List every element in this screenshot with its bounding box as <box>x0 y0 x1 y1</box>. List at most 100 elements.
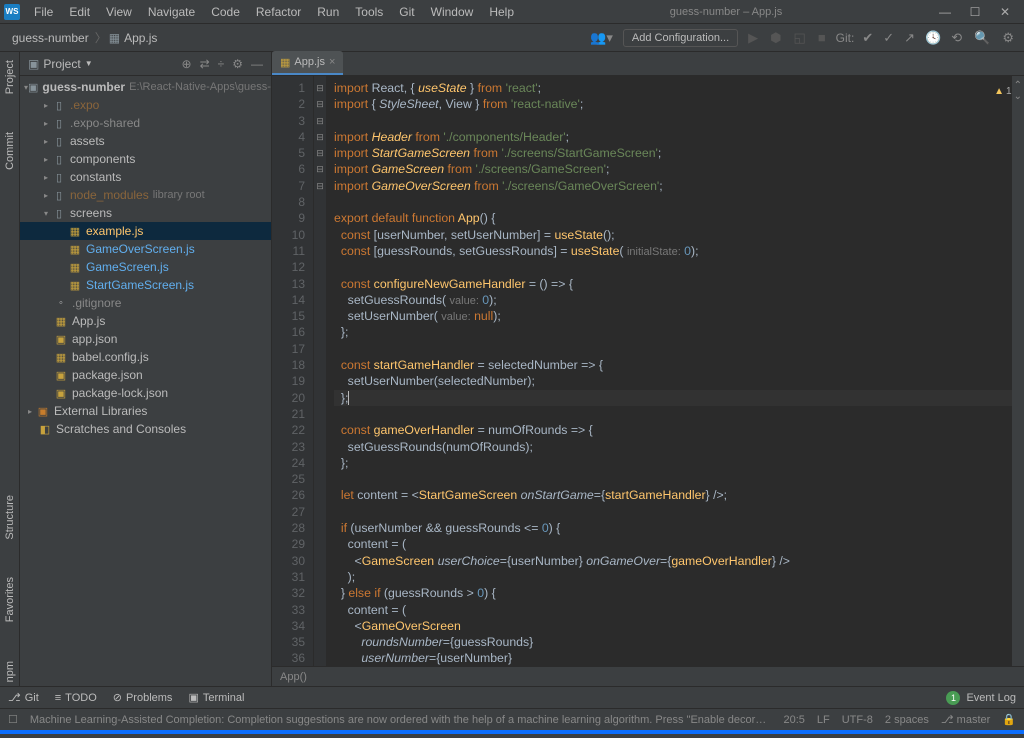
tree-folder[interactable]: ▸▯assets <box>20 132 271 150</box>
menu-view[interactable]: View <box>98 5 140 19</box>
tree-file[interactable]: ▦babel.config.js <box>20 348 271 366</box>
inspection-warning[interactable]: ▲1⌃ ⌄ <box>994 80 1022 102</box>
menu-tools[interactable]: Tools <box>347 5 391 19</box>
run-icon[interactable]: ▶ <box>746 30 760 46</box>
rail-commit[interactable]: Commit <box>4 128 16 174</box>
fold-column[interactable]: ⊟ ⊟ ⊟ ⊟ ⊟ ⊟ ⊟ <box>314 76 326 666</box>
select-opened-icon[interactable]: ⊕ <box>182 57 192 71</box>
menu-file[interactable]: File <box>26 5 61 19</box>
menu-help[interactable]: Help <box>481 5 522 19</box>
hide-icon[interactable]: — <box>251 57 263 71</box>
tree-file[interactable]: ◦.gitignore <box>20 294 271 312</box>
menu-navigate[interactable]: Navigate <box>140 5 203 19</box>
tree-external[interactable]: ▸▣External Libraries <box>20 402 271 420</box>
todo-icon: ≡ <box>55 692 61 704</box>
rail-npm[interactable]: npm <box>4 657 16 686</box>
tree-file[interactable]: ▦GameOverScreen.js <box>20 240 271 258</box>
menu-refactor[interactable]: Refactor <box>248 5 309 19</box>
tab-todo[interactable]: ≡TODO <box>55 692 97 704</box>
update-icon[interactable]: ✔ <box>860 30 875 46</box>
menu-code[interactable]: Code <box>203 5 248 19</box>
code-editor[interactable]: import React, { useState } from 'react';… <box>326 76 1012 666</box>
add-configuration-button[interactable]: Add Configuration... <box>623 29 738 47</box>
coverage-icon[interactable]: ◱ <box>792 30 808 46</box>
problems-icon: ⊘ <box>113 691 122 704</box>
line-separator[interactable]: LF <box>817 714 830 726</box>
rail-favorites[interactable]: Favorites <box>4 573 16 626</box>
event-log[interactable]: Event Log <box>966 692 1016 704</box>
maximize-icon[interactable]: ☐ <box>960 1 990 23</box>
editor-area: ▦ App.js × 12345678910111213141516171819… <box>272 52 1024 686</box>
tree-file[interactable]: ▣app.json <box>20 330 271 348</box>
menu-run[interactable]: Run <box>309 5 347 19</box>
tree-file[interactable]: ▦example.js <box>20 222 271 240</box>
tree-file[interactable]: ▦StartGameScreen.js <box>20 276 271 294</box>
tree-file[interactable]: ▦GameScreen.js <box>20 258 271 276</box>
minimize-icon[interactable]: — <box>930 1 960 23</box>
cursor-position[interactable]: 20:5 <box>783 714 804 726</box>
project-label[interactable]: Project <box>43 57 80 71</box>
rail-structure[interactable]: Structure <box>4 491 16 544</box>
tab-terminal[interactable]: ▣Terminal <box>188 691 244 704</box>
status-message[interactable]: Machine Learning-Assisted Completion: Co… <box>30 714 772 726</box>
editor-tab[interactable]: ▦ App.js × <box>272 51 343 75</box>
rollback-icon[interactable]: ⟲ <box>949 30 964 46</box>
tree-file[interactable]: ▣package.json <box>20 366 271 384</box>
tab-close-icon[interactable]: × <box>329 56 335 68</box>
tree-file[interactable]: ▣package-lock.json <box>20 384 271 402</box>
stop-icon[interactable]: ■ <box>816 30 828 45</box>
tree-file[interactable]: ▦App.js <box>20 312 271 330</box>
editor-breadcrumb[interactable]: App() <box>272 666 1024 686</box>
status-icon[interactable]: ☐ <box>8 713 18 726</box>
branch-icon: ⎇ <box>8 691 21 704</box>
line-gutter[interactable]: 1234567891011121314151617181920212223242… <box>272 76 314 666</box>
event-badge[interactable]: 1 <box>946 691 960 705</box>
tree-folder[interactable]: ▸▯.expo-shared <box>20 114 271 132</box>
tab-git[interactable]: ⎇Git <box>8 691 39 704</box>
titlebar: WS File Edit View Navigate Code Refactor… <box>0 0 1024 24</box>
gear-icon[interactable]: ⚙ <box>232 57 243 71</box>
tree-scratches[interactable]: ◧Scratches and Consoles <box>20 420 271 438</box>
git-label: Git: <box>836 31 855 45</box>
menu-window[interactable]: Window <box>423 5 482 19</box>
project-sidebar: ▣ Project ▼ ⊕ ⇄ ÷ ⚙ — ▾▣ guess-number E:… <box>20 52 272 686</box>
js-icon: ▦ <box>280 56 290 69</box>
tree-node-modules[interactable]: ▸▯node_moduleslibrary root <box>20 186 271 204</box>
indent[interactable]: 2 spaces <box>885 714 929 726</box>
breadcrumb-sep: 〉 <box>93 29 109 46</box>
rail-project[interactable]: Project <box>4 56 16 98</box>
tree-folder[interactable]: ▸▯constants <box>20 168 271 186</box>
breadcrumb-root[interactable]: guess-number <box>8 31 93 45</box>
debug-icon[interactable]: ⬢ <box>768 30 783 46</box>
tree-screens[interactable]: ▾▯screens <box>20 204 271 222</box>
project-tree[interactable]: ▾▣ guess-number E:\React-Native-Apps\gue… <box>20 76 271 686</box>
chevron-down-icon[interactable]: ▼ <box>85 59 93 68</box>
navbar: guess-number 〉 ▦ App.js 👥▾ Add Configura… <box>0 24 1024 52</box>
project-icon: ▣ <box>28 57 39 71</box>
users-icon[interactable]: 👥▾ <box>588 30 615 46</box>
close-icon[interactable]: ✕ <box>990 1 1020 23</box>
breadcrumb-file[interactable]: App.js <box>120 31 161 45</box>
search-icon[interactable]: 🔍 <box>972 30 992 46</box>
scroll-map[interactable]: ▲1⌃ ⌄ <box>1012 76 1024 666</box>
statusbar: ☐ Machine Learning-Assisted Completion: … <box>0 708 1024 730</box>
left-rail: Project Commit Structure Favorites npm <box>0 52 20 686</box>
tree-folder[interactable]: ▸▯.expo <box>20 96 271 114</box>
expand-icon[interactable]: ⇄ <box>200 57 210 71</box>
collapse-icon[interactable]: ÷ <box>218 57 225 71</box>
history-icon[interactable]: 🕓 <box>923 30 943 46</box>
commit-icon[interactable]: ✓ <box>881 30 896 46</box>
tree-root[interactable]: ▾▣ guess-number E:\React-Native-Apps\gue… <box>20 78 271 96</box>
menu-git[interactable]: Git <box>391 5 422 19</box>
tree-folder[interactable]: ▸▯components <box>20 150 271 168</box>
git-branch[interactable]: ⎇ master <box>941 713 990 726</box>
app-logo: WS <box>4 4 20 20</box>
lock-icon[interactable]: 🔒 <box>1002 713 1016 726</box>
menu-edit[interactable]: Edit <box>61 5 98 19</box>
push-icon[interactable]: ↗ <box>902 30 917 46</box>
js-icon: ▦ <box>109 31 120 45</box>
encoding[interactable]: UTF-8 <box>842 714 873 726</box>
tab-problems[interactable]: ⊘Problems <box>113 691 173 704</box>
settings-icon[interactable]: ⚙ <box>1000 30 1016 46</box>
branch-icon: ⎇ <box>941 714 954 726</box>
